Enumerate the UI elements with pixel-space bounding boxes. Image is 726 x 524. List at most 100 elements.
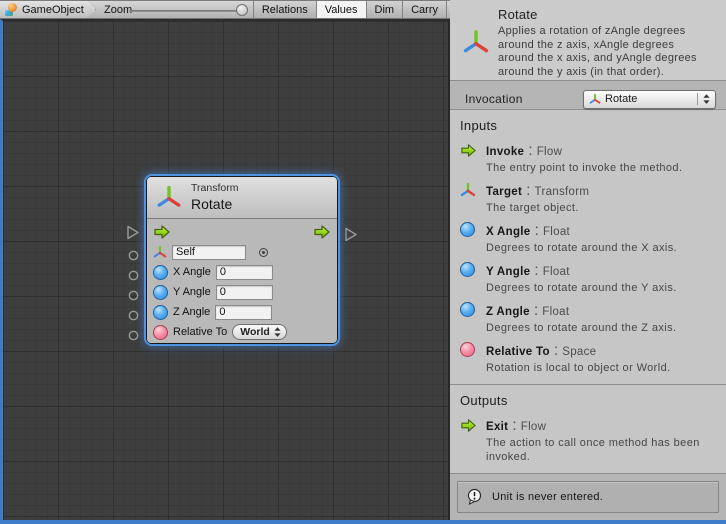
tab-relations[interactable]: Relations xyxy=(253,1,316,18)
tab-values-label: Values xyxy=(325,4,358,16)
port-description: The target object. xyxy=(486,201,711,215)
inputs-title: Inputs xyxy=(460,118,726,133)
port-name: Invoke xyxy=(486,146,524,158)
port-description: Rotation is local to object or World. xyxy=(486,361,711,375)
updown-arrows-icon xyxy=(697,93,710,105)
unit-title: Rotate xyxy=(498,7,718,22)
node-input-flow-port[interactable] xyxy=(126,225,140,240)
target-field[interactable] xyxy=(172,245,246,260)
invoke-arrow-icon[interactable] xyxy=(153,223,171,241)
yangle-field[interactable] xyxy=(216,285,273,300)
node-relativeto-row: Relative To World xyxy=(153,322,331,342)
zoom-slider-track[interactable] xyxy=(129,10,245,12)
node-input-zangle-port[interactable] xyxy=(128,310,139,321)
focus-border xyxy=(0,520,726,524)
float-port-icon[interactable] xyxy=(153,305,168,320)
space-port-icon xyxy=(460,342,478,375)
tab-dim[interactable]: Dim xyxy=(366,1,403,18)
node-title: Rotate xyxy=(191,196,232,212)
port-description: The entry point to invoke the method. xyxy=(486,161,711,175)
input-entry-invoke: Invoke:Flow The entry point to invoke th… xyxy=(460,142,718,175)
port-name: Z Angle xyxy=(486,306,530,318)
port-separator: : xyxy=(534,262,538,279)
port-type: Float xyxy=(543,226,570,238)
xangle-label: X Angle xyxy=(173,266,211,278)
zoom-slider-handle[interactable] xyxy=(236,4,248,16)
relativeto-label: Relative To xyxy=(173,326,227,338)
transform-icon xyxy=(462,28,490,58)
bolt-graph-window: GameObject Zoom 1x Relations Values Dim … xyxy=(0,0,726,524)
port-description: Degrees to rotate around the Y axis. xyxy=(486,281,711,295)
zoom-label: Zoom xyxy=(104,4,132,16)
breadcrumb-label: GameObject xyxy=(22,4,84,16)
invocation-dropdown[interactable]: Rotate xyxy=(583,90,716,109)
float-port-icon[interactable] xyxy=(153,285,168,300)
node-input-relativeto-port[interactable] xyxy=(128,330,139,341)
port-type: Transform xyxy=(535,186,590,198)
rotate-unit-node[interactable]: Transform Rotate xyxy=(147,177,337,343)
outputs-title: Outputs xyxy=(460,393,726,408)
transform-icon xyxy=(589,93,601,106)
relativeto-dropdown[interactable]: World xyxy=(232,324,287,340)
warning-bubble-icon xyxy=(466,488,484,506)
port-name: Target xyxy=(486,186,522,198)
tab-values[interactable]: Values xyxy=(316,1,366,18)
float-port-icon[interactable] xyxy=(153,265,168,280)
transform-port-icon[interactable] xyxy=(153,245,167,260)
flow-port-icon xyxy=(460,142,478,175)
invocation-label: Invocation xyxy=(465,92,523,106)
tab-dim-label: Dim xyxy=(375,4,395,16)
node-category: Transform xyxy=(191,182,238,194)
xangle-field[interactable] xyxy=(216,265,273,280)
output-entry-exit: Exit:Flow The action to call once method… xyxy=(460,417,718,464)
zangle-field[interactable] xyxy=(215,305,272,320)
tab-carry[interactable]: Carry xyxy=(402,1,447,18)
invocation-value: Rotate xyxy=(605,93,637,105)
relativeto-value: World xyxy=(240,326,270,338)
port-name: X Angle xyxy=(486,226,530,238)
toolbar-tabs: Relations Values Dim Carry xyxy=(253,1,447,18)
inspector-panel: Rotate Applies a rotation of zAngle degr… xyxy=(450,0,726,520)
zangle-label: Z Angle xyxy=(173,306,210,318)
exit-arrow-icon[interactable] xyxy=(313,223,331,241)
node-input-yangle-port[interactable] xyxy=(128,290,139,301)
breadcrumb[interactable]: GameObject xyxy=(0,1,96,18)
port-name: Exit xyxy=(486,421,508,433)
node-output-flow-port[interactable] xyxy=(344,227,358,242)
space-port-icon[interactable] xyxy=(153,325,168,340)
updown-arrows-icon xyxy=(274,327,281,337)
gameobject-icon xyxy=(4,3,18,17)
port-separator: : xyxy=(528,142,532,159)
node-flow-row xyxy=(153,222,331,242)
transform-port-icon xyxy=(460,182,478,215)
node-input-xangle-port[interactable] xyxy=(128,270,139,281)
input-entry-relativeto: Relative To:Space Rotation is local to o… xyxy=(460,342,718,375)
node-target-row xyxy=(153,242,331,262)
graph-toolbar: GameObject Zoom 1x Relations Values Dim … xyxy=(0,0,450,19)
input-entry-zangle: Z Angle:Float Degrees to rotate around t… xyxy=(460,302,718,335)
node-xangle-row: X Angle xyxy=(153,262,331,282)
node-header[interactable]: Transform Rotate xyxy=(147,177,337,219)
float-port-icon xyxy=(460,222,478,255)
port-name: Y Angle xyxy=(486,266,530,278)
inputs-section: Inputs Invoke:Flow The entry point to in… xyxy=(450,110,726,384)
port-name: Relative To xyxy=(486,346,550,358)
float-port-icon xyxy=(460,302,478,335)
unit-description-section: Rotate Applies a rotation of zAngle degr… xyxy=(450,0,726,81)
port-description: Degrees to rotate around the X axis. xyxy=(486,241,711,255)
port-type: Space xyxy=(562,346,596,358)
yangle-label: Y Angle xyxy=(173,286,211,298)
input-entry-yangle: Y Angle:Float Degrees to rotate around t… xyxy=(460,262,718,295)
flow-port-icon xyxy=(460,417,478,464)
unit-description: Applies a rotation of zAngle degrees aro… xyxy=(498,25,708,79)
port-separator: : xyxy=(512,417,516,434)
warning-box: Unit is never entered. xyxy=(457,481,719,513)
node-input-target-port[interactable] xyxy=(128,250,139,261)
port-description: The action to call once method has been … xyxy=(486,436,711,464)
object-picker-icon[interactable] xyxy=(259,248,268,257)
input-entry-xangle: X Angle:Float Degrees to rotate around t… xyxy=(460,222,718,255)
float-port-icon xyxy=(460,262,478,295)
node-yangle-row: Y Angle xyxy=(153,282,331,302)
outputs-section: Outputs Exit:Flow The action to call onc… xyxy=(450,384,726,473)
panel-footer: Unit is never entered. xyxy=(450,473,726,520)
